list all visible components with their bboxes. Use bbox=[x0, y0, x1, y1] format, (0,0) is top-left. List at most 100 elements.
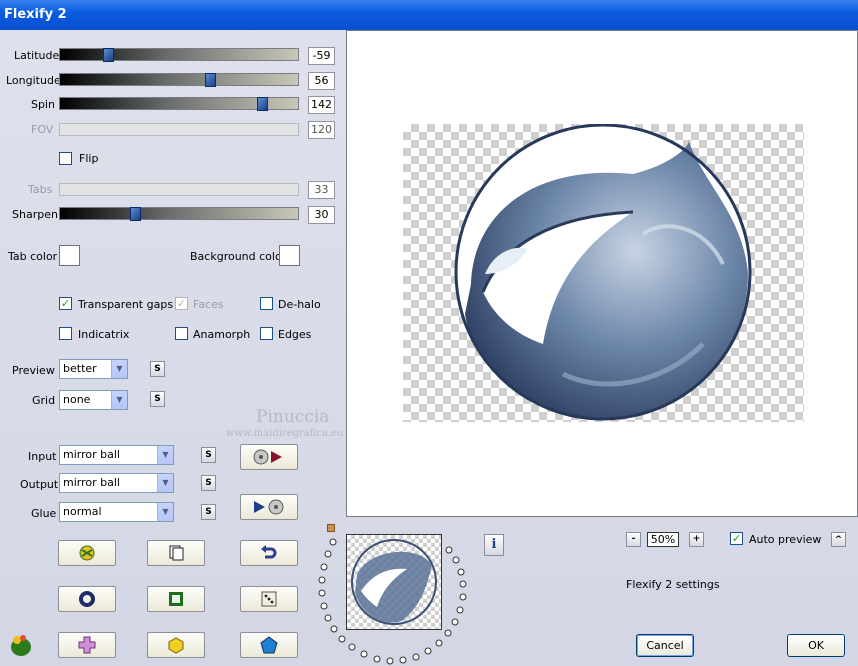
latitude-slider-thumb[interactable] bbox=[103, 48, 114, 62]
spin-value[interactable]: 142 bbox=[308, 96, 335, 114]
glue-s-button[interactable]: S bbox=[201, 504, 216, 520]
watermark-name: Pinuccia bbox=[256, 407, 330, 427]
cancel-button[interactable]: Cancel bbox=[636, 634, 694, 657]
info-button[interactable]: i bbox=[484, 534, 504, 556]
fov-value: 120 bbox=[308, 121, 335, 139]
random-dice-button[interactable] bbox=[240, 586, 298, 612]
frame-button[interactable] bbox=[147, 586, 205, 612]
dice-icon bbox=[259, 590, 279, 612]
anamorph-label: Anamorph bbox=[193, 328, 251, 341]
undo-button[interactable] bbox=[240, 540, 298, 566]
spin-label: Spin bbox=[31, 98, 55, 111]
mirror-ball-preview-image bbox=[454, 124, 752, 421]
background-color-label: Background color bbox=[190, 250, 287, 263]
copy-button[interactable] bbox=[147, 540, 205, 566]
ok-button[interactable]: OK bbox=[787, 634, 845, 657]
longitude-slider-thumb[interactable] bbox=[205, 73, 216, 87]
chevron-down-icon: ▼ bbox=[111, 391, 127, 409]
sharpen-slider-thumb[interactable] bbox=[130, 207, 141, 221]
fov-label: FOV bbox=[31, 123, 54, 136]
load-input-button[interactable] bbox=[240, 444, 298, 470]
flexify-dialog: Flexify 2 Latitude -59 Longitude 56 Spin… bbox=[0, 0, 858, 666]
tabs-slider bbox=[59, 183, 299, 196]
faces-checkbox: ✓ bbox=[175, 297, 188, 310]
auto-preview-checkbox[interactable]: ✓ bbox=[730, 532, 743, 545]
flip-checkbox[interactable] bbox=[59, 152, 72, 165]
ring-icon bbox=[77, 590, 97, 612]
copy-pages-icon bbox=[166, 544, 186, 566]
latitude-slider[interactable] bbox=[59, 48, 299, 62]
grid-select[interactable]: none ▼ bbox=[59, 390, 128, 410]
plugin-logo-icon bbox=[8, 632, 34, 661]
grid-label: Grid bbox=[32, 394, 56, 407]
sharpen-slider[interactable] bbox=[59, 207, 299, 221]
auto-preview-label: Auto preview bbox=[749, 533, 822, 546]
sharpen-label: Sharpen bbox=[12, 208, 58, 221]
indicatrix-label: Indicatrix bbox=[78, 328, 130, 341]
latitude-value[interactable]: -59 bbox=[308, 47, 335, 65]
preview-quality-label: Preview bbox=[12, 364, 55, 377]
transparent-gaps-checkbox[interactable]: ✓ bbox=[59, 297, 72, 310]
de-halo-label: De-halo bbox=[278, 298, 321, 311]
load-output-button[interactable] bbox=[240, 494, 298, 520]
collapse-toggle-button[interactable]: ^ bbox=[831, 532, 846, 547]
longitude-slider[interactable] bbox=[59, 73, 299, 87]
play-disc-icon bbox=[251, 498, 287, 520]
undo-arrow-icon bbox=[259, 544, 279, 566]
output-projection-select[interactable]: mirror ball ▼ bbox=[59, 473, 174, 493]
preview-s-button[interactable]: S bbox=[150, 361, 165, 377]
randomize-button[interactable] bbox=[58, 540, 116, 566]
tabs-value: 33 bbox=[308, 181, 335, 199]
zoom-level: 50% bbox=[647, 532, 679, 547]
grid-value: none bbox=[63, 393, 91, 406]
fov-slider bbox=[59, 123, 299, 136]
cube-button[interactable] bbox=[147, 632, 205, 658]
preview-quality-value: better bbox=[63, 362, 97, 375]
zoom-out-button[interactable]: - bbox=[626, 532, 641, 547]
longitude-value[interactable]: 56 bbox=[308, 72, 335, 90]
chevron-down-icon: ▼ bbox=[157, 474, 173, 492]
latitude-label: Latitude bbox=[14, 49, 60, 62]
input-projection-select[interactable]: mirror ball ▼ bbox=[59, 445, 174, 465]
flip-label: Flip bbox=[79, 152, 99, 165]
green-square-icon bbox=[166, 590, 186, 612]
preview-quality-select[interactable]: better ▼ bbox=[59, 359, 128, 379]
glue-value: normal bbox=[63, 505, 102, 518]
tabs-label: Tabs bbox=[28, 183, 53, 196]
cross-button[interactable] bbox=[58, 632, 116, 658]
glue-select[interactable]: normal ▼ bbox=[59, 502, 174, 522]
chevron-down-icon: ▼ bbox=[157, 503, 173, 521]
navigator-thumbnail[interactable] bbox=[346, 534, 442, 630]
spin-slider-thumb[interactable] bbox=[257, 97, 268, 111]
transparent-gaps-label: Transparent gaps bbox=[78, 298, 174, 311]
watermark-url: www.maidiregrafica.eu bbox=[226, 428, 344, 439]
edges-label: Edges bbox=[278, 328, 312, 341]
mirror-ball-thumbnail-image bbox=[351, 539, 437, 625]
ring-button[interactable] bbox=[58, 586, 116, 612]
input-label: Input bbox=[28, 450, 57, 463]
anamorph-checkbox[interactable] bbox=[175, 327, 188, 340]
zoom-in-button[interactable]: + bbox=[689, 532, 704, 547]
longitude-label: Longitude bbox=[6, 74, 61, 87]
tab-color-label: Tab color bbox=[8, 250, 58, 263]
grid-s-button[interactable]: S bbox=[150, 391, 165, 407]
input-s-button[interactable]: S bbox=[201, 447, 216, 463]
faces-label: Faces bbox=[193, 298, 224, 311]
output-projection-value: mirror ball bbox=[63, 476, 120, 489]
window-title: Flexify 2 bbox=[4, 7, 67, 22]
settings-status: Flexify 2 settings bbox=[626, 578, 720, 591]
glue-label: Glue bbox=[31, 507, 57, 520]
disc-play-icon bbox=[251, 448, 287, 470]
pentagon-button[interactable] bbox=[240, 632, 298, 658]
spin-slider[interactable] bbox=[59, 97, 299, 111]
sharpen-value[interactable]: 30 bbox=[308, 206, 335, 224]
indicatrix-checkbox[interactable] bbox=[59, 327, 72, 340]
chevron-down-icon: ▼ bbox=[157, 446, 173, 464]
background-color-swatch[interactable] bbox=[279, 245, 300, 266]
tab-color-swatch[interactable] bbox=[59, 245, 80, 266]
title-bar: Flexify 2 bbox=[0, 0, 858, 30]
edges-checkbox[interactable] bbox=[260, 327, 273, 340]
input-projection-value: mirror ball bbox=[63, 448, 120, 461]
de-halo-checkbox[interactable] bbox=[260, 297, 273, 310]
output-s-button[interactable]: S bbox=[201, 475, 216, 491]
